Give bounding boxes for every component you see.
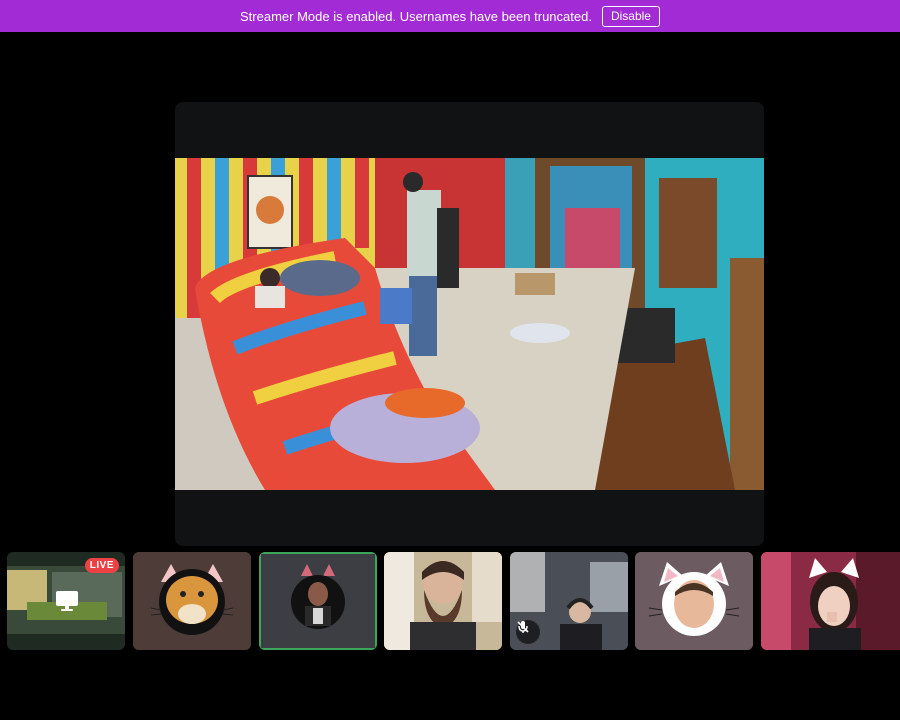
participant-avatar — [133, 552, 251, 650]
live-badge: LIVE — [84, 558, 119, 573]
streamer-mode-banner: Streamer Mode is enabled. Usernames have… — [0, 0, 900, 32]
banner-message: Streamer Mode is enabled. Usernames have… — [240, 8, 592, 24]
participant-avatar — [635, 552, 753, 650]
participant-video — [761, 552, 900, 650]
participant-video — [384, 552, 502, 650]
participant-tile-2[interactable] — [133, 552, 251, 650]
participant-strip: LIVE — [0, 552, 900, 652]
participant-tile-7[interactable] — [761, 552, 900, 650]
participant-avatar — [261, 554, 375, 648]
participant-tile-5[interactable] — [510, 552, 628, 650]
participant-tile-4[interactable] — [384, 552, 502, 650]
participant-tile-screen-share[interactable]: LIVE — [7, 552, 125, 650]
disable-streamer-mode-button[interactable]: Disable — [601, 5, 660, 27]
participant-tile-3-active[interactable] — [259, 552, 377, 650]
mic-muted-icon — [516, 620, 540, 644]
participant-tile-6[interactable] — [635, 552, 753, 650]
main-stream-view[interactable] — [175, 102, 764, 546]
stream-video — [175, 158, 764, 490]
